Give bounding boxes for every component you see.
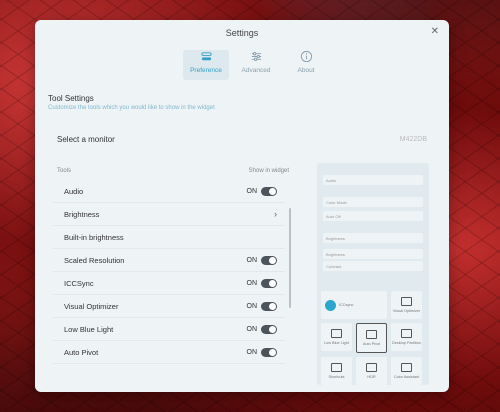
- tool-label: ICCSync: [64, 278, 94, 288]
- widget-preview: Audio Color Mode Auto Off Brightness Bri…: [317, 163, 429, 385]
- monitor-icon: [401, 297, 412, 306]
- window-title: Settings: [225, 28, 259, 38]
- toggle-switch[interactable]: [261, 186, 277, 196]
- tool-label: Visual Optimizer: [64, 301, 119, 311]
- preview-row: Color Mode: [323, 197, 423, 207]
- tool-label: Low Blue Light: [64, 324, 114, 334]
- state-label: ON: [246, 187, 258, 195]
- toggle-switch[interactable]: [261, 278, 277, 288]
- state-label: ON: [246, 302, 258, 310]
- preview-row: Audio: [323, 175, 423, 185]
- section-title: Tool Settings: [48, 94, 94, 103]
- tool-row-low-blue-light[interactable]: Low Blue Light ON: [53, 318, 285, 341]
- list-header: Tools Show in widget: [57, 168, 289, 174]
- preview-tiles: ICCsync Visual Optimizer Low Blue Light …: [321, 291, 425, 385]
- tool-label: Auto Pivot: [64, 347, 99, 357]
- tile-label: Auto Pivot: [362, 342, 381, 346]
- state-label: ON: [246, 348, 258, 356]
- toggle-switch[interactable]: [261, 255, 277, 265]
- tab-preference[interactable]: Preference: [183, 50, 229, 80]
- toggle-switch[interactable]: [261, 301, 277, 311]
- preview-tile-iccsync: ICCsync: [321, 291, 387, 319]
- hdr-icon: [366, 363, 377, 372]
- preview-row: Brightness: [323, 249, 423, 259]
- preference-icon: [200, 52, 212, 61]
- color-assistant-icon: [401, 363, 412, 372]
- preview-tile: Shortcuts: [321, 357, 352, 385]
- tab-about[interactable]: About: [283, 50, 329, 80]
- tool-label: Scaled Resolution: [64, 255, 125, 265]
- tool-row-audio[interactable]: Audio ON: [53, 180, 285, 203]
- preview-tile: Auto Pivot: [356, 323, 387, 353]
- section-subtitle: Customize the tools which you would like…: [48, 105, 215, 111]
- monitor-selector[interactable]: Select a monitor M422DB: [47, 128, 437, 150]
- state-label: ON: [246, 279, 258, 287]
- preview-tile: Low Blue Light: [321, 323, 352, 351]
- tab-label: Preference: [190, 67, 222, 74]
- iccsync-icon: [325, 299, 336, 311]
- tool-row-visual-optimizer[interactable]: Visual Optimizer ON: [53, 295, 285, 318]
- tool-row-scaled-resolution[interactable]: Scaled Resolution ON: [53, 249, 285, 272]
- desktop-partition-icon: [401, 329, 412, 338]
- tile-label: HDR: [367, 375, 376, 379]
- preview-row: Brightness: [323, 233, 423, 243]
- column-tools: Tools: [57, 168, 72, 174]
- tile-label: ICCsync: [339, 303, 354, 307]
- low-blue-light-icon: [331, 329, 342, 338]
- preview-tile: Desktop Partition: [391, 323, 422, 351]
- preview-tile: Color Assistant: [391, 357, 422, 385]
- tab-label: Advanced: [241, 67, 271, 74]
- tile-label: Desktop Partition: [392, 341, 421, 345]
- sliders-icon: [251, 52, 261, 61]
- chevron-right-icon[interactable]: ›: [274, 209, 277, 219]
- monitor-value: M422DB: [399, 135, 427, 143]
- tool-row-brightness[interactable]: Brightness ›: [53, 203, 285, 226]
- column-show: Show in widget: [248, 168, 289, 174]
- tool-row-iccsync[interactable]: ICCSync ON: [53, 272, 285, 295]
- tab-advanced[interactable]: Advanced: [233, 50, 279, 80]
- state-label: ON: [246, 256, 258, 264]
- tool-list: Audio ON Brightness › Built-in brightnes…: [53, 180, 285, 364]
- tool-label: Built-in brightness: [64, 232, 124, 242]
- preview-tile: HDR: [356, 357, 387, 385]
- tool-label: Audio: [64, 186, 84, 196]
- settings-window: Settings ✕ Preference Advanced About Too…: [35, 20, 449, 392]
- tool-row-auto-pivot[interactable]: Auto Pivot ON: [53, 341, 285, 364]
- preview-row: Contrast: [323, 261, 423, 271]
- tool-label: Brightness: [64, 209, 100, 219]
- toggle-switch[interactable]: [261, 347, 277, 357]
- preview-tile: Visual Optimizer: [391, 291, 422, 319]
- shortcuts-icon: [331, 363, 342, 372]
- tile-label: Color Assistant: [393, 375, 420, 379]
- monitor-label: Select a monitor: [57, 134, 115, 144]
- tab-bar: Preference Advanced About: [183, 50, 329, 80]
- toggle-switch[interactable]: [261, 324, 277, 334]
- tool-row-builtin-brightness[interactable]: Built-in brightness: [53, 226, 285, 249]
- close-icon[interactable]: ✕: [431, 26, 439, 37]
- state-label: ON: [246, 325, 258, 333]
- preview-row: Auto Off: [323, 211, 423, 221]
- tile-label: Shortcuts: [328, 375, 345, 379]
- info-icon: [300, 50, 312, 63]
- auto-pivot-icon: [366, 330, 377, 339]
- tab-label: About: [297, 67, 315, 74]
- tile-label: Visual Optimizer: [392, 309, 421, 313]
- tile-label: Low Blue Light: [324, 341, 349, 345]
- list-scrollbar[interactable]: [289, 208, 291, 308]
